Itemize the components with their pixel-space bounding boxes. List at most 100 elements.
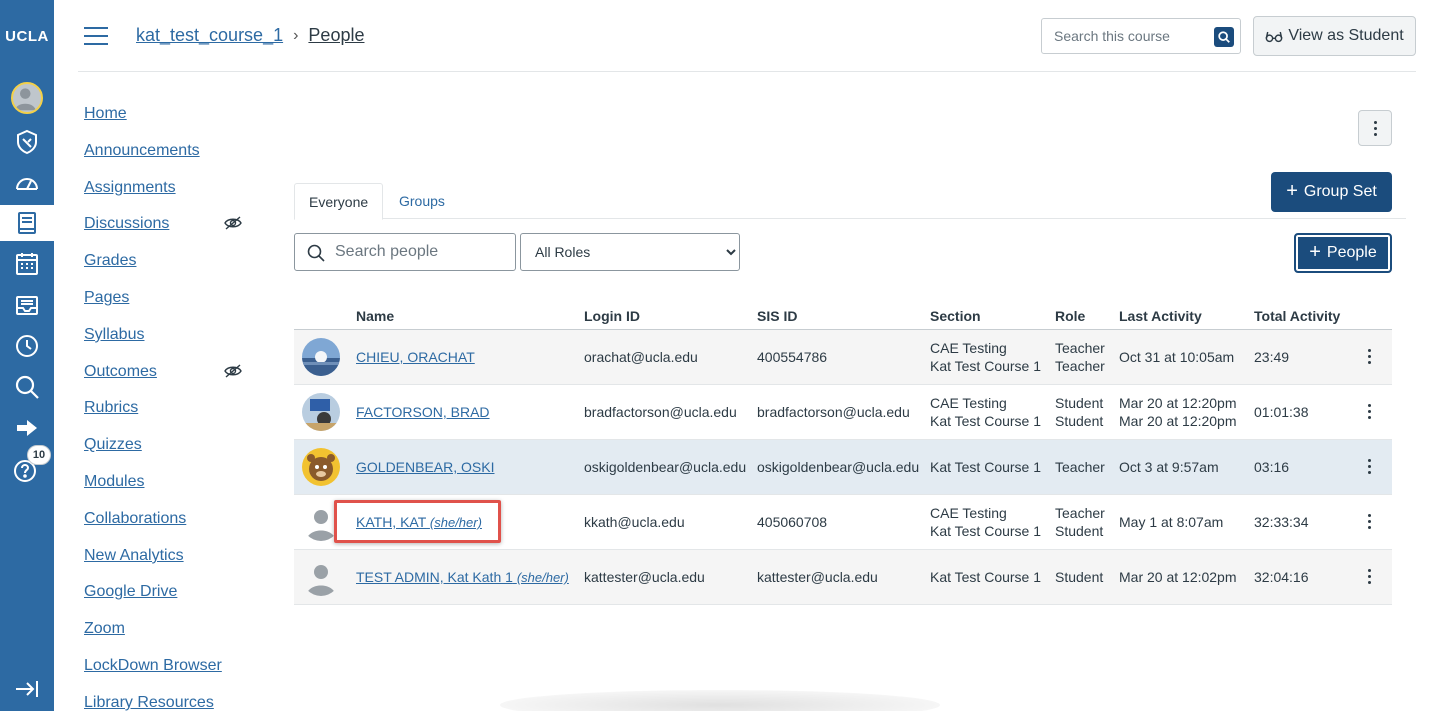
search-icon[interactable] — [0, 369, 54, 405]
section-line: CAE Testing — [930, 505, 1007, 521]
user-name-link[interactable]: FACTORSON, BRAD — [356, 403, 490, 421]
group-set-label: Group Set — [1303, 183, 1377, 200]
login-id: oskigoldenbear@ucla.edu — [584, 459, 747, 475]
section-line: Kat Test Course 1 — [930, 523, 1042, 539]
column-role: Role — [1055, 308, 1086, 324]
column-name: Name — [356, 308, 395, 324]
course-nav-lockdown-browser[interactable]: LockDown Browser — [84, 657, 222, 675]
people-options-button[interactable] — [1358, 110, 1392, 146]
hidden-from-students-icon — [224, 216, 242, 230]
glasses-icon — [1265, 31, 1283, 42]
add-group-set-button[interactable]: + Group Set — [1271, 172, 1392, 212]
ucla-logo[interactable]: UCLA — [0, 28, 54, 45]
course-nav-library-resources[interactable]: Library Resources — [84, 694, 214, 711]
column-total-activity: Total Activity — [1254, 308, 1341, 324]
role-filter-select[interactable]: All Roles — [520, 233, 740, 271]
view-as-student-button[interactable]: View as Student — [1253, 16, 1416, 56]
user-name-text: TEST ADMIN, Kat Kath 1 — [356, 569, 513, 585]
course-nav-syllabus[interactable]: Syllabus — [84, 326, 144, 344]
add-people-button[interactable]: + People — [1294, 233, 1392, 273]
tab-groups[interactable]: Groups — [385, 183, 459, 219]
course-nav-announcements[interactable]: Announcements — [84, 142, 200, 160]
breadcrumb-current[interactable]: People — [308, 25, 364, 46]
tab-everyone[interactable]: Everyone — [294, 183, 384, 220]
section-line: CAE Testing — [930, 340, 1007, 356]
help-icon[interactable]: 10 — [0, 445, 54, 487]
courses-icon[interactable] — [0, 205, 54, 241]
course-search-button[interactable] — [1214, 27, 1234, 47]
last-activity: Oct 3 at 9:57am — [1119, 459, 1219, 475]
role-line: Student — [1055, 413, 1104, 429]
breadcrumb-course-link[interactable]: kat_test_course_1 — [136, 25, 283, 46]
column-last-activity: Last Activity — [1119, 308, 1202, 324]
role: Student — [1055, 569, 1104, 585]
logout-icon[interactable] — [0, 410, 54, 446]
role: Teacher — [1055, 459, 1105, 475]
collapse-nav-icon[interactable] — [0, 671, 54, 707]
column-section: Section — [930, 308, 981, 324]
kebab-dot — [1373, 132, 1377, 136]
section-line: CAE Testing — [930, 395, 1007, 411]
course-nav-grades[interactable]: Grades — [84, 252, 136, 270]
user-name-link[interactable]: CHIEU, ORACHAT — [356, 348, 475, 366]
roster-table: Name Login ID SIS ID Section Role Last A… — [294, 302, 1392, 605]
kebab-dot — [1367, 526, 1371, 529]
people-search — [294, 233, 516, 271]
row-options-button[interactable] — [1365, 514, 1373, 532]
user-name-link[interactable]: TEST ADMIN, Kat Kath 1 (she/her) — [356, 568, 569, 587]
row-options-button[interactable] — [1365, 459, 1373, 477]
course-nav-zoom[interactable]: Zoom — [84, 620, 125, 638]
history-icon[interactable] — [0, 328, 54, 364]
user-avatar[interactable] — [302, 448, 340, 486]
login-id: orachat@ucla.edu — [584, 349, 698, 365]
highlight-annotation-box — [334, 500, 501, 543]
section: Kat Test Course 1 — [930, 459, 1042, 475]
kebab-dot — [1367, 520, 1371, 523]
section: CAE Testing Kat Test Course 1 — [930, 504, 1041, 540]
table-row: CHIEU, ORACHAT orachat@ucla.edu 40055478… — [294, 330, 1392, 385]
course-nav-quizzes[interactable]: Quizzes — [84, 436, 142, 454]
sis-id: oskigoldenbear@ucla.edu — [757, 459, 920, 475]
course-nav-assignments[interactable]: Assignments — [84, 179, 176, 197]
course-nav-outcomes[interactable]: Outcomes — [84, 363, 157, 381]
course-search-input[interactable] — [1054, 28, 1204, 44]
table-row: TEST ADMIN, Kat Kath 1 (she/her) kattest… — [294, 550, 1392, 605]
admin-shield-icon[interactable] — [0, 124, 54, 160]
user-avatar[interactable] — [302, 558, 340, 596]
table-row: GOLDENBEAR, OSKI oskigoldenbear@ucla.edu… — [294, 440, 1392, 495]
login-id: kattester@ucla.edu — [584, 569, 705, 585]
last-activity: Mar 20 at 12:20pm Mar 20 at 12:20pm — [1119, 394, 1237, 430]
course-nav-collaborations[interactable]: Collaborations — [84, 510, 186, 528]
kebab-dot — [1367, 465, 1371, 468]
dashboard-icon[interactable] — [0, 165, 54, 201]
kebab-dot — [1367, 575, 1371, 578]
user-avatar[interactable] — [302, 393, 340, 431]
calendar-icon[interactable] — [0, 246, 54, 282]
role: Student Student — [1055, 394, 1103, 430]
kebab-dot — [1367, 349, 1371, 352]
course-nav-discussions[interactable]: Discussions — [84, 215, 169, 233]
inbox-icon[interactable] — [0, 287, 54, 323]
course-nav-google-drive[interactable]: Google Drive — [84, 583, 177, 601]
user-name-link[interactable]: GOLDENBEAR, OSKI — [356, 458, 494, 476]
course-nav-modules[interactable]: Modules — [84, 473, 144, 491]
people-search-input[interactable] — [335, 243, 505, 261]
row-options-button[interactable] — [1365, 349, 1373, 367]
table-row: KATH, KAT (she/her) kkath@ucla.edu 40506… — [294, 495, 1392, 550]
course-menu-toggle-icon[interactable] — [84, 27, 110, 45]
user-avatar[interactable] — [302, 338, 340, 376]
total-activity: 32:33:34 — [1254, 514, 1309, 530]
course-nav-pages[interactable]: Pages — [84, 289, 129, 307]
section: CAE Testing Kat Test Course 1 — [930, 339, 1041, 375]
magnifier-icon — [1218, 31, 1230, 43]
course-nav-home[interactable]: Home — [84, 105, 127, 123]
kebab-dot — [1367, 471, 1371, 474]
page-header: kat_test_course_1 › People View as Stude… — [78, 0, 1416, 72]
course-nav-new-analytics[interactable]: New Analytics — [84, 547, 184, 565]
sis-id: 405060708 — [757, 514, 828, 530]
global-navigation: UCLA 10 — [0, 0, 54, 711]
course-nav-rubrics[interactable]: Rubrics — [84, 399, 138, 417]
account-avatar-icon[interactable] — [0, 80, 54, 116]
row-options-button[interactable] — [1365, 404, 1373, 422]
row-options-button[interactable] — [1365, 569, 1373, 587]
